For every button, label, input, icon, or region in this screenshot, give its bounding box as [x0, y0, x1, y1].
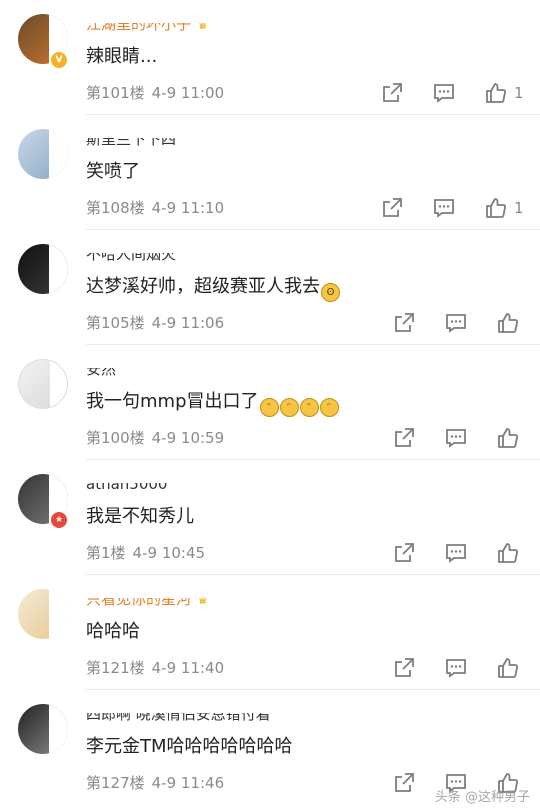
- comment-text: 我一句mmp冒出口了 ᵔ ᵔ ᵔ ᵔ: [86, 390, 339, 417]
- avatar[interactable]: [18, 129, 68, 179]
- username[interactable]: 只看见你的星河 ♛: [86, 589, 209, 609]
- share-icon[interactable]: [391, 770, 417, 796]
- username[interactable]: 安然: [86, 359, 117, 379]
- comment-icon[interactable]: [443, 540, 469, 566]
- floor-number: 第100楼: [86, 429, 145, 447]
- laughing-tears-emoji-icon: ᵔ: [259, 398, 279, 417]
- avatar[interactable]: [18, 589, 68, 639]
- comment-text: 我是不知秀儿: [86, 506, 194, 527]
- share-icon[interactable]: [391, 425, 417, 451]
- watermark: 头条 @这种男子: [434, 790, 530, 805]
- floor-number: 第121楼: [86, 659, 145, 677]
- comment-icon[interactable]: [443, 655, 469, 681]
- comment-icon[interactable]: [431, 80, 457, 106]
- floor-number: 第127楼: [86, 774, 145, 792]
- comment-feed: V 江湖里的坏小子 ♛ 辣眼睛... 第101楼 4-9 11:00 1 斯里兰下下…: [0, 0, 540, 809]
- comment-time: 4-9 11:40: [151, 659, 225, 677]
- comment-icon[interactable]: [431, 195, 457, 221]
- comment-time: 4-9 11:00: [151, 84, 225, 102]
- avatar[interactable]: [18, 704, 68, 754]
- thumbs-up-icon[interactable]: [495, 425, 521, 451]
- comment-meta: 第101楼 4-9 11:00: [86, 83, 224, 103]
- glasses-face-emoji-icon: ʘ: [321, 283, 340, 302]
- username[interactable]: 江湖里的坏小子 ♛: [86, 14, 209, 34]
- comment-time: 4-9 10:45: [132, 544, 206, 562]
- verified-badge-icon: ★: [49, 510, 69, 530]
- share-icon[interactable]: [391, 655, 417, 681]
- comment-text: 达梦溪好帅，超级赛亚人我去 ʘ: [86, 275, 340, 302]
- comment-meta: 第100楼 4-9 10:59: [86, 428, 224, 448]
- thumbs-up-icon[interactable]: [483, 80, 509, 106]
- floor-number: 第1楼: [86, 544, 126, 562]
- comment-meta: 第127楼 4-9 11:46: [86, 773, 224, 793]
- laughing-tears-emoji-icon: ᵔ: [299, 398, 319, 417]
- thumbs-up-icon[interactable]: [495, 310, 521, 336]
- comment-time: 4-9 11:46: [151, 774, 225, 792]
- username[interactable]: athan5000: [86, 474, 168, 494]
- thumbs-up-icon[interactable]: [483, 195, 509, 221]
- avatar[interactable]: [18, 359, 68, 409]
- comment-icon[interactable]: [443, 425, 469, 451]
- avatar[interactable]: [18, 244, 68, 294]
- share-icon[interactable]: [379, 80, 405, 106]
- like-count: 1: [514, 84, 524, 102]
- thumbs-up-icon[interactable]: [495, 540, 521, 566]
- verified-badge-icon: V: [49, 50, 69, 70]
- floor-number: 第105楼: [86, 314, 145, 332]
- thumbs-up-icon[interactable]: [495, 655, 521, 681]
- share-icon[interactable]: [391, 540, 417, 566]
- comment-text: 笑喷了: [86, 161, 140, 182]
- floor-number: 第108楼: [86, 199, 145, 217]
- share-icon[interactable]: [391, 310, 417, 336]
- comment-item: ★ athan5000 我是不知秀儿 第1楼 4-9 10:45: [0, 460, 540, 575]
- comment-item: 只看见你的星河 ♛ 哈哈哈 第121楼 4-9 11:40: [0, 575, 540, 690]
- comment-text: 李元金TM哈哈哈哈哈哈哈: [86, 736, 293, 757]
- comment-item: 安然 我一句mmp冒出口了 ᵔ ᵔ ᵔ ᵔ 第100楼 4-9 10:59: [0, 345, 540, 460]
- comment-meta: 第121楼 4-9 11:40: [86, 658, 224, 678]
- comment-item: V 江湖里的坏小子 ♛ 辣眼睛... 第101楼 4-9 11:00 1: [0, 0, 540, 115]
- comment-time: 4-9 10:59: [151, 429, 225, 447]
- comment-time: 4-9 11:10: [151, 199, 225, 217]
- comment-item: 不哈人间烟火 达梦溪好帅，超级赛亚人我去 ʘ 第105楼 4-9 11:06: [0, 230, 540, 345]
- username[interactable]: 四郎啊 晓溪情侣安息错付着: [86, 704, 271, 724]
- laughing-tears-emoji-icon: ᵔ: [279, 398, 299, 417]
- comment-item: 斯里兰下下四 笑喷了 第108楼 4-9 11:10 1: [0, 115, 540, 230]
- comment-time: 4-9 11:06: [151, 314, 225, 332]
- floor-number: 第101楼: [86, 84, 145, 102]
- comment-meta: 第1楼 4-9 10:45: [86, 543, 205, 563]
- like-count: 1: [514, 199, 524, 217]
- laughing-tears-emoji-icon: ᵔ: [319, 398, 339, 417]
- comment-meta: 第108楼 4-9 11:10: [86, 198, 224, 218]
- username[interactable]: 斯里兰下下四: [86, 129, 177, 149]
- comment-meta: 第105楼 4-9 11:06: [86, 313, 224, 333]
- comment-icon[interactable]: [443, 310, 469, 336]
- comment-text: 辣眼睛...: [86, 46, 158, 67]
- username[interactable]: 不哈人间烟火: [86, 244, 177, 264]
- comment-text: 哈哈哈: [86, 621, 140, 642]
- share-icon[interactable]: [379, 195, 405, 221]
